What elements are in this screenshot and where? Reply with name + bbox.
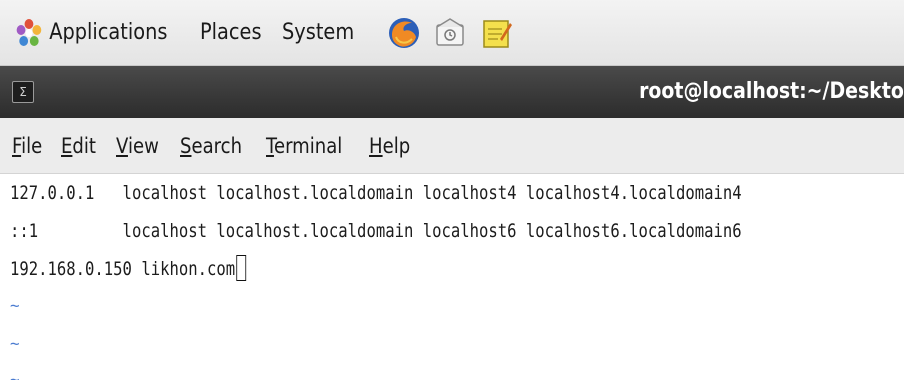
empty-line-marker: ~ <box>10 334 20 353</box>
firefox-icon[interactable] <box>386 15 422 51</box>
terminal-line: 192.168.0.150 likhon.com <box>10 254 246 284</box>
system-label: System <box>282 20 355 45</box>
applications-icon <box>16 18 42 46</box>
menu-help[interactable]: Help <box>369 134 410 158</box>
places-label: Places <box>200 20 262 45</box>
window-title: root@localhost:~/Deskto <box>639 79 904 104</box>
menu-search[interactable]: Search <box>180 134 242 158</box>
menu-terminal[interactable]: Terminal <box>266 134 342 158</box>
top-panel: Applications Places System <box>0 0 904 66</box>
window-titlebar[interactable]: Σ root@localhost:~/Deskto <box>0 66 904 118</box>
menu-edit[interactable]: Edit <box>61 134 96 158</box>
system-menu[interactable]: System <box>282 20 354 45</box>
terminal-content[interactable]: 127.0.0.1 localhost localhost.localdomai… <box>0 174 904 380</box>
empty-line-marker: ~ <box>10 296 20 315</box>
terminal-line: ::1 localhost localhost.localdomain loca… <box>10 220 742 242</box>
menu-bar: File Edit View Search Terminal Help <box>0 118 904 174</box>
notes-icon[interactable] <box>478 15 514 51</box>
menu-file[interactable]: File <box>12 134 42 158</box>
menu-view[interactable]: View <box>116 134 159 158</box>
terminal-line: 127.0.0.1 localhost localhost.localdomai… <box>10 182 742 204</box>
terminal-icon: Σ <box>12 81 34 103</box>
empty-line-marker: ~ <box>10 370 20 380</box>
places-menu[interactable]: Places <box>200 20 262 45</box>
applications-label: Applications <box>49 20 168 45</box>
applications-menu[interactable]: Applications <box>14 16 167 50</box>
mail-icon[interactable] <box>432 15 468 51</box>
text-cursor <box>235 255 246 281</box>
